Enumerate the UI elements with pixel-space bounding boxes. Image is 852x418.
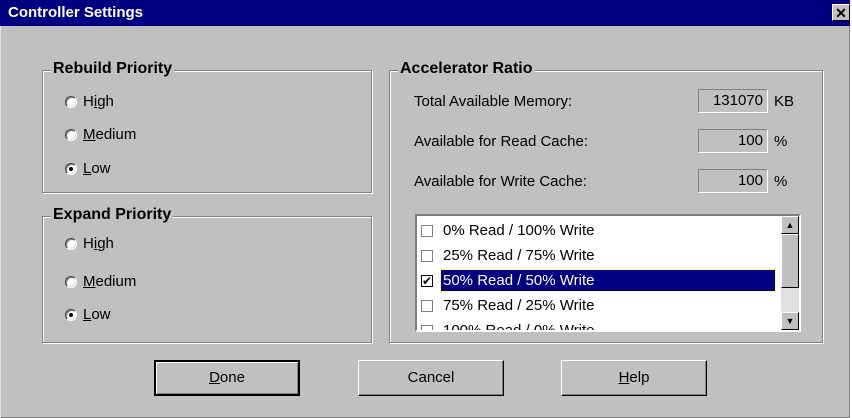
expand-priority-group: Expand Priority High Medium Low [42, 206, 372, 343]
list-item-label: 50% Read / 50% Write [440, 269, 776, 292]
radio-indicator[interactable] [65, 237, 77, 250]
radio-indicator[interactable] [65, 162, 77, 175]
done-button[interactable]: Done [154, 360, 300, 396]
checkbox[interactable] [421, 224, 433, 237]
rebuild-priority-group: Rebuild Priority High Medium Low [42, 60, 372, 193]
rebuild-high-label: High [83, 93, 114, 110]
expand-medium-label: Medium [83, 273, 137, 290]
checkbox[interactable]: ✔ [421, 273, 433, 288]
close-icon: ✕ [835, 5, 847, 21]
close-button[interactable]: ✕ [832, 4, 850, 21]
rebuild-medium-radio[interactable]: Medium [65, 126, 136, 143]
list-item[interactable]: 100% Read / 0% Write [421, 318, 777, 332]
read-cache-unit: % [774, 133, 788, 150]
rebuild-high-radio[interactable]: High [65, 93, 114, 110]
list-item[interactable]: 0% Read / 100% Write [421, 218, 777, 243]
list-item[interactable]: 25% Read / 75% Write [421, 243, 777, 268]
read-cache-value: 100 [698, 129, 768, 153]
scroll-down-button[interactable]: ▼ [781, 312, 799, 330]
listbox-scrollbar[interactable]: ▲ ▼ [781, 216, 799, 330]
controller-settings-dialog: Controller Settings ✕ Rebuild Priority H… [0, 0, 850, 418]
total-memory-unit: KB [774, 93, 795, 110]
radio-indicator[interactable] [65, 128, 77, 141]
rebuild-low-label: Low [83, 160, 111, 177]
checkbox[interactable] [421, 249, 433, 262]
write-cache-unit: % [774, 173, 788, 190]
list-item[interactable]: 75% Read / 25% Write [421, 293, 777, 318]
list-item-label: 25% Read / 75% Write [443, 247, 595, 264]
expand-low-radio[interactable]: Low [65, 306, 111, 323]
window-title: Controller Settings [8, 4, 144, 21]
ratio-listbox[interactable]: 0% Read / 100% Write 25% Read / 75% Writ… [415, 214, 801, 332]
accelerator-ratio-title: Accelerator Ratio [398, 60, 535, 78]
list-item-selected[interactable]: ✔ 50% Read / 50% Write [421, 268, 777, 293]
done-label: Done [209, 369, 245, 386]
title-bar: Controller Settings ✕ [0, 0, 850, 26]
total-memory-value: 131070 [698, 89, 768, 113]
help-button[interactable]: Help [561, 360, 707, 396]
rebuild-priority-title: Rebuild Priority [51, 60, 175, 78]
list-item-label: 75% Read / 25% Write [443, 297, 595, 314]
rebuild-medium-label: Medium [83, 126, 137, 143]
scroll-thumb[interactable] [781, 234, 799, 288]
list-item-label: 100% Read / 0% Write [443, 322, 595, 332]
expand-low-label: Low [83, 306, 111, 323]
checkbox[interactable] [421, 324, 433, 330]
expand-high-label: High [83, 235, 114, 252]
check-icon: ✔ [422, 273, 433, 288]
write-cache-label: Available for Write Cache: [414, 173, 587, 190]
expand-high-radio[interactable]: High [65, 235, 114, 252]
list-item-label: 0% Read / 100% Write [443, 222, 595, 239]
expand-medium-radio[interactable]: Medium [65, 273, 136, 290]
write-cache-value: 100 [698, 169, 768, 193]
total-memory-label: Total Available Memory: [414, 93, 573, 110]
cancel-button[interactable]: Cancel [358, 360, 504, 396]
scroll-up-button[interactable]: ▲ [781, 216, 799, 234]
up-arrow-icon: ▲ [785, 220, 795, 230]
checkbox[interactable] [421, 299, 433, 312]
radio-indicator[interactable] [65, 308, 77, 321]
accelerator-ratio-group: Accelerator Ratio Total Available Memory… [389, 60, 823, 343]
radio-indicator[interactable] [65, 275, 77, 288]
cancel-label: Cancel [407, 369, 455, 386]
radio-indicator[interactable] [65, 95, 77, 108]
read-cache-label: Available for Read Cache: [414, 133, 588, 150]
down-arrow-icon: ▼ [785, 316, 795, 326]
expand-priority-title: Expand Priority [51, 206, 174, 224]
help-label: Help [618, 369, 650, 386]
rebuild-low-radio[interactable]: Low [65, 160, 111, 177]
